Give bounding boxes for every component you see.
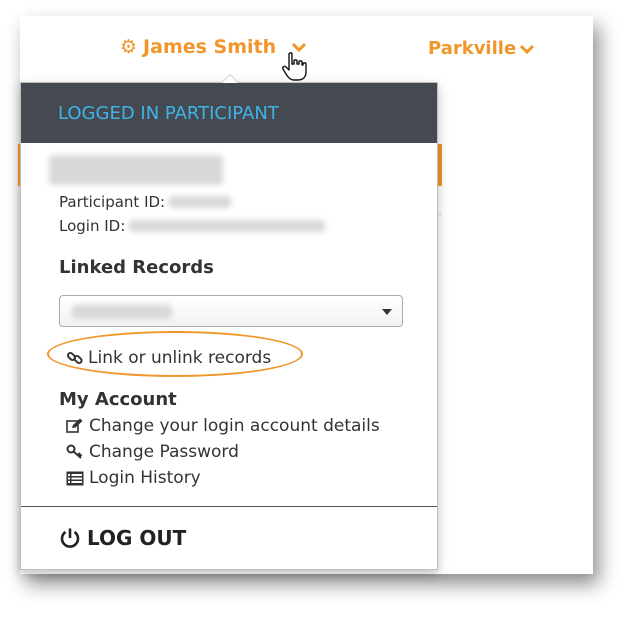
key-icon — [65, 444, 85, 460]
participant-id-label: Participant ID: — [59, 193, 166, 211]
dropdown-header: LOGGED IN PARTICIPANT — [21, 83, 437, 143]
user-dropdown-panel: LOGGED IN PARTICIPANT Participant ID: Lo… — [20, 74, 438, 570]
power-icon — [60, 528, 80, 548]
location-name: Parkville — [428, 38, 517, 59]
hand-cursor-icon — [282, 52, 308, 86]
login-id-label: Login ID: — [59, 217, 126, 235]
change-password-link[interactable]: Change Password — [65, 442, 239, 462]
chevron-down-icon — [520, 44, 535, 54]
change-account-details-link[interactable]: Change your login account details — [65, 416, 380, 436]
user-menu-toggle[interactable]: ⚙ James Smith — [120, 36, 307, 58]
selected-record-redacted — [72, 305, 172, 319]
participant-id-row: Participant ID: — [59, 193, 232, 211]
chevron-down-icon — [292, 42, 307, 52]
edit-icon — [65, 418, 85, 434]
linked-records-title: Linked Records — [59, 257, 214, 278]
logout-label: LOG OUT — [87, 526, 187, 550]
gear-icon: ⚙ — [120, 36, 138, 58]
divider — [21, 506, 437, 507]
participant-id-value-redacted — [169, 196, 232, 208]
link-records-link[interactable]: Link or unlink records — [66, 348, 271, 368]
change-account-details-label: Change your login account details — [89, 416, 380, 436]
dropdown-header-title: LOGGED IN PARTICIPANT — [58, 102, 279, 124]
login-id-value-redacted — [129, 220, 326, 232]
link-records-label: Link or unlink records — [88, 348, 272, 368]
my-account-title: My Account — [59, 389, 177, 410]
list-icon — [65, 471, 85, 486]
change-password-label: Change Password — [89, 442, 239, 462]
user-name: James Smith — [143, 36, 277, 58]
caret-down-icon — [382, 309, 392, 315]
linked-record-select[interactable] — [59, 295, 403, 327]
login-history-link[interactable]: Login History — [65, 468, 201, 488]
participant-name-redacted — [49, 155, 223, 185]
link-icon — [66, 351, 83, 365]
logout-button[interactable]: LOG OUT — [59, 526, 186, 550]
login-history-label: Login History — [89, 468, 201, 488]
location-menu-toggle[interactable]: Parkville — [428, 38, 535, 59]
login-id-row: Login ID: — [59, 217, 326, 235]
